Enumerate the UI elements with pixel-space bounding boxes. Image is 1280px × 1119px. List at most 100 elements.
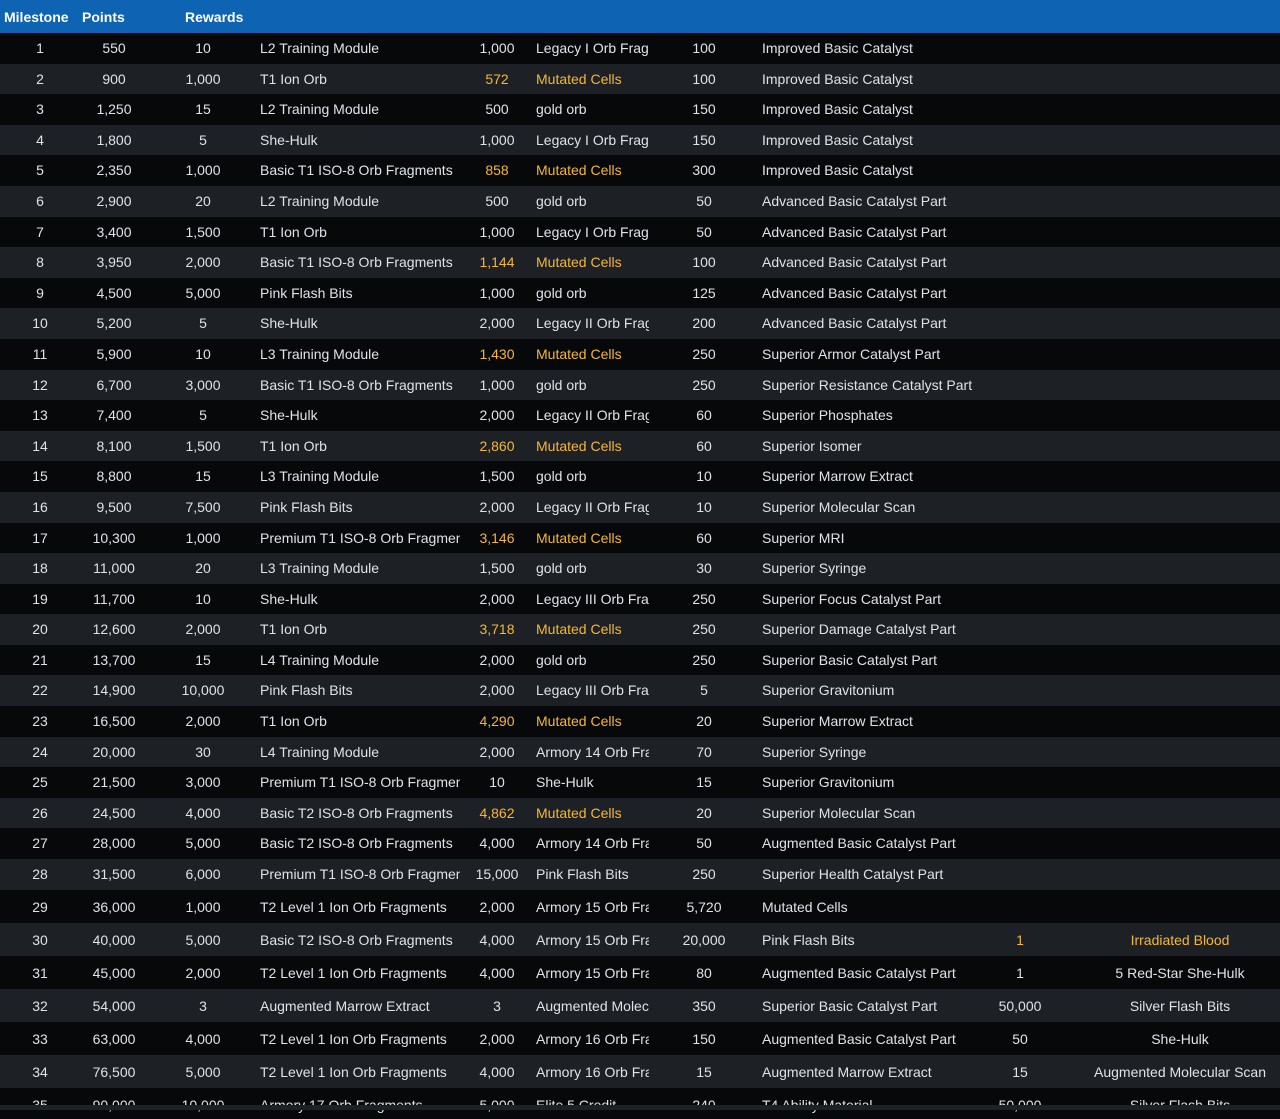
reward-1-qty: 3 — [199, 997, 207, 1014]
milestone-number: 5 — [36, 162, 44, 179]
reward-3-qty: 100 — [692, 254, 716, 271]
table-row: 34 76,500 5,000 T2 Level 1 Ion Orb Fragment… — [0, 1054, 1280, 1088]
reward-1-qty: 10 — [195, 40, 211, 56]
reward-2-item: gold orb — [536, 376, 587, 393]
reward-1-qty: 10 — [195, 345, 211, 362]
milestone-number: 28 — [32, 866, 48, 883]
reward-2-item: gold orb — [536, 468, 587, 485]
reward-3-qty: 5 — [700, 682, 708, 699]
table-row: 4 1,800 5 She-Hulk 1,000 Legacy I Orb Fragmen… — [0, 124, 1280, 156]
reward-1-qty: 6,000 — [185, 866, 221, 883]
reward-3-item: Advanced Basic Catalyst Part — [762, 223, 947, 240]
milestone-number: 8 — [36, 254, 44, 271]
points-value: 5,200 — [96, 315, 132, 332]
reward-1-qty: 5 — [199, 131, 207, 148]
reward-3-item: Superior Syringe — [762, 743, 867, 760]
reward-1-qty: 5,000 — [185, 284, 221, 301]
points-value: 3,950 — [96, 254, 132, 271]
reward-2-qty: 2,000 — [479, 1030, 515, 1047]
milestone-number: 24 — [32, 743, 48, 760]
table-row: 19 11,700 10 She-Hulk 2,000 Legacy III Orb Fr… — [0, 583, 1280, 615]
reward-3-qty: 250 — [692, 651, 716, 668]
table-row: 30 40,000 5,000 Basic T2 ISO-8 Orb Fragment… — [0, 922, 1280, 956]
reward-2-item: Legacy III Orb Fragments — [536, 682, 649, 699]
reward-3-item: Improved Basic Catalyst — [762, 131, 913, 148]
reward-1-qty: 2,000 — [185, 621, 221, 638]
reward-1-qty: 5,000 — [185, 835, 221, 852]
points-value: 21,500 — [92, 774, 136, 791]
reward-2-item: She-Hulk — [536, 774, 594, 791]
reward-1-item: Basic T2 ISO-8 Orb Fragments — [260, 835, 453, 852]
reward-1-item: T1 Ion Orb — [260, 70, 327, 87]
points-value: 54,000 — [92, 997, 136, 1014]
reward-1-item: L2 Training Module — [260, 40, 380, 56]
reward-3-qty: 60 — [696, 529, 712, 546]
milestone-number: 10 — [32, 315, 48, 332]
points-value: 14,900 — [92, 682, 136, 699]
milestone-number: 27 — [32, 835, 48, 852]
table-row: 18 11,000 20 L3 Training Module 1,500 gold or… — [0, 553, 1280, 584]
table-row: 20 12,600 2,000 T1 Ion Orb 3,718 Mutated Cell… — [0, 614, 1280, 645]
reward-3-item: Pink Flash Bits — [762, 931, 855, 948]
reward-2-item: Mutated Cells — [536, 162, 622, 179]
reward-1-item: Basic T1 ISO-8 Orb Fragments — [260, 376, 453, 393]
reward-2-qty: 4,000 — [479, 1063, 515, 1080]
points-value: 12,600 — [92, 621, 136, 638]
reward-3-item: Augmented Marrow Extract — [762, 1063, 932, 1080]
milestone-number: 31 — [32, 964, 48, 981]
reward-4-item: She-Hulk — [1151, 1030, 1209, 1047]
reward-3-qty: 20 — [696, 713, 712, 730]
reward-1-item: T2 Level 1 Ion Orb Fragments — [260, 898, 447, 915]
points-value: 10,300 — [92, 529, 136, 546]
reward-3-item: Advanced Basic Catalyst Part — [762, 284, 947, 301]
reward-3-qty: 15 — [696, 774, 712, 791]
reward-1-item: Pink Flash Bits — [260, 284, 353, 301]
reward-2-item: Armory 16 Orb Fragments — [536, 1030, 649, 1047]
points-value: 7,400 — [96, 407, 132, 424]
reward-3-item: Superior Focus Catalyst Part — [762, 590, 941, 607]
reward-2-qty: 15,000 — [475, 866, 519, 883]
reward-3-item: Augmented Basic Catalyst Part — [762, 835, 956, 852]
points-value: 1,800 — [96, 131, 132, 148]
reward-3-item: Superior Marrow Extract — [762, 713, 913, 730]
reward-3-qty: 50 — [696, 835, 712, 852]
reward-2-qty: 2,000 — [479, 498, 515, 515]
reward-2-item: Armory 14 Orb Fragments — [536, 835, 649, 852]
reward-2-item: Armory 16 Orb Fragments — [536, 1063, 649, 1080]
reward-2-item: Legacy I Orb Fragments — [536, 223, 649, 240]
table-row: 9 4,500 5,000 Pink Flash Bits 1,000 gold orb 1… — [0, 277, 1280, 309]
reward-2-qty: 572 — [485, 70, 509, 87]
reward-4-qty: 50,000 — [998, 997, 1042, 1014]
reward-3-qty: 100 — [692, 70, 716, 87]
milestone-number: 7 — [36, 223, 44, 240]
table-row: 12 6,700 3,000 Basic T1 ISO-8 Orb Fragments… — [0, 369, 1280, 401]
milestone-number: 26 — [32, 804, 48, 821]
points-value: 20,000 — [92, 743, 136, 760]
points-value: 31,500 — [92, 866, 136, 883]
reward-1-qty: 5 — [199, 315, 207, 332]
milestone-number: 11 — [32, 345, 48, 362]
reward-2-item: Legacy II Orb Fragments — [536, 315, 649, 332]
table-row: 13 7,400 5 She-Hulk 2,000 Legacy II Orb Fragm… — [0, 400, 1280, 431]
reward-2-qty: 10 — [489, 774, 505, 791]
reward-1-item: T2 Level 1 Ion Orb Fragments — [260, 1030, 447, 1047]
reward-3-item: Superior Armor Catalyst Part — [762, 345, 941, 362]
reward-2-item: Mutated Cells — [536, 621, 622, 638]
reward-3-qty: 250 — [692, 866, 716, 883]
reward-2-item: Mutated Cells — [536, 804, 622, 821]
reward-1-qty: 15 — [195, 468, 211, 485]
reward-3-qty: 300 — [692, 162, 716, 179]
reward-2-qty: 4,000 — [479, 964, 515, 981]
reward-2-item: gold orb — [536, 651, 587, 668]
reward-2-qty: 1,000 — [479, 40, 515, 56]
reward-3-item: Improved Basic Catalyst — [762, 101, 913, 118]
reward-2-qty: 4,862 — [479, 804, 515, 821]
reward-1-item: T1 Ion Orb — [260, 713, 327, 730]
table-row: 2 900 1,000 T1 Ion Orb 572 Mutated Cells 100 Im… — [0, 63, 1280, 95]
table-row: 3590,00010,000Armory 17 Orb Fragments5,0… — [0, 1087, 1280, 1119]
reward-2-item: Mutated Cells — [536, 254, 622, 271]
reward-2-qty: 2,000 — [479, 898, 515, 915]
reward-3-item: Superior Syringe — [762, 560, 867, 577]
reward-2-qty: 1,500 — [479, 560, 515, 577]
reward-3-item: Augmented Basic Catalyst Part — [762, 1030, 956, 1047]
